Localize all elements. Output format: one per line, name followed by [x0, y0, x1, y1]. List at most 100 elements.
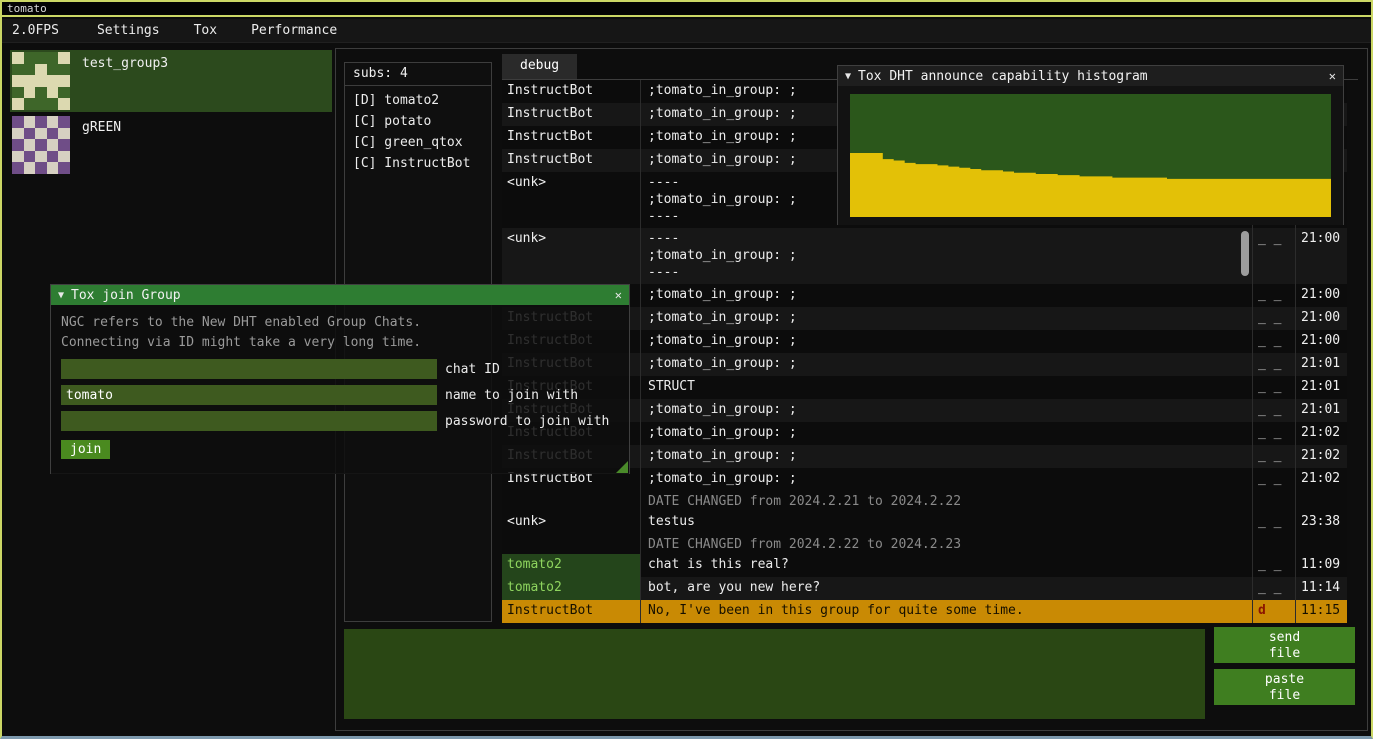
chat-status: _ _ [1252, 228, 1295, 284]
window-titlebar[interactable]: tomato [2, 2, 1371, 17]
chat-status: _ _ [1252, 445, 1295, 468]
date-changed-row: DATE CHANGED from 2024.2.22 to 2024.2.23 [502, 534, 1347, 554]
paste-file-button[interactable]: paste file [1214, 669, 1355, 705]
subs-member-green_qtox[interactable]: [C] green_qtox [345, 132, 491, 153]
menu-item-tox[interactable]: Tox [180, 19, 231, 42]
chat-timestamp: 21:01 [1295, 399, 1347, 422]
join-field-chat-ID[interactable] [61, 359, 437, 379]
join-field-row: chat ID [61, 359, 619, 379]
chat-message: chat is this real? [640, 554, 1252, 577]
chat-status: _ _ [1252, 307, 1295, 330]
join-field-label: name to join with [445, 388, 578, 403]
group-item-test_group3[interactable]: test_group3 [10, 50, 332, 112]
chat-timestamp: 21:02 [1295, 422, 1347, 445]
chat-sender [502, 491, 640, 511]
chat-timestamp: 23:38 [1295, 511, 1347, 534]
chat-timestamp: 21:00 [1295, 284, 1347, 307]
join-field-password-to-join-with[interactable] [61, 411, 437, 431]
menu-item-performance[interactable]: Performance [237, 19, 351, 42]
chat-message: ;tomato_in_group: ; [640, 353, 1252, 376]
chat-timestamp: 11:09 [1295, 554, 1347, 577]
app-window: tomato 2.0FPS Settings Tox Performance tes… [0, 0, 1373, 739]
histogram-window: ▼ Tox DHT announce capability histogram … [837, 65, 1344, 225]
collapse-arrow-icon[interactable]: ▼ [845, 71, 851, 82]
chat-timestamp [1295, 491, 1347, 511]
chat-message: ;tomato_in_group: ; [640, 445, 1252, 468]
chat-timestamp: 21:00 [1295, 330, 1347, 353]
chat-message: testus [640, 511, 1252, 534]
chat-message: ;tomato_in_group: ; [640, 422, 1252, 445]
chat-message: STRUCT [640, 376, 1252, 399]
fps-counter: 2.0FPS [2, 19, 69, 42]
subs-member-tomato2[interactable]: [D] tomato2 [345, 90, 491, 111]
join-field-name-to-join-with[interactable] [61, 385, 437, 405]
histogram-window-body [838, 86, 1343, 225]
tab-debug[interactable]: debug [502, 54, 577, 79]
chat-sender: InstructBot [502, 126, 640, 149]
close-icon[interactable]: ✕ [615, 288, 622, 302]
chat-timestamp: 21:01 [1295, 376, 1347, 399]
message-input[interactable] [344, 629, 1205, 719]
chat-timestamp [1295, 534, 1347, 554]
send-file-button[interactable]: send file [1214, 627, 1355, 663]
chat-message: No, I've been in this group for quite so… [640, 600, 1252, 623]
join-group-window: ▼ Tox join Group ✕ NGC refers to the New… [50, 284, 630, 474]
chat-status: _ _ [1252, 577, 1295, 600]
join-group-window-titlebar[interactable]: ▼ Tox join Group ✕ [51, 285, 629, 305]
menu-bar: 2.0FPS Settings Tox Performance [2, 19, 1371, 43]
join-help-line: Connecting via ID might take a very long… [61, 333, 619, 353]
chat-row: <unk>---- ;tomato_in_group: ; ----_ _21:… [502, 228, 1347, 284]
subs-member-InstructBot[interactable]: [C] InstructBot [345, 153, 491, 174]
close-icon[interactable]: ✕ [1329, 69, 1336, 83]
group-item-gREEN[interactable]: gREEN [10, 114, 332, 176]
chat-message: DATE CHANGED from 2024.2.21 to 2024.2.22 [640, 491, 1252, 511]
chat-sender: InstructBot [502, 600, 640, 623]
join-group-window-title: Tox join Group [71, 288, 181, 303]
chat-message: ;tomato_in_group: ; [640, 307, 1252, 330]
chat-sender: tomato2 [502, 554, 640, 577]
chat-status: _ _ [1252, 376, 1295, 399]
menu-item-settings[interactable]: Settings [83, 19, 174, 42]
join-field-row: name to join with [61, 385, 619, 405]
histogram-window-titlebar[interactable]: ▼ Tox DHT announce capability histogram … [838, 66, 1343, 86]
chat-status: _ _ [1252, 284, 1295, 307]
chat-status: _ _ [1252, 468, 1295, 491]
chat-status [1252, 534, 1295, 554]
group-name: test_group3 [82, 56, 168, 112]
chat-timestamp: 21:02 [1295, 445, 1347, 468]
chat-status: _ _ [1252, 554, 1295, 577]
join-field-row: password to join with [61, 411, 619, 431]
subs-list: [D] tomato2[C] potato[C] green_qtox[C] I… [345, 86, 491, 174]
resize-grip[interactable] [616, 461, 628, 473]
chat-sender: <unk> [502, 511, 640, 534]
chat-scrollbar-thumb[interactable] [1241, 231, 1249, 276]
group-name: gREEN [82, 120, 121, 176]
chat-sender: InstructBot [502, 103, 640, 126]
menu-items: Settings Tox Performance [83, 19, 357, 42]
collapse-arrow-icon[interactable]: ▼ [58, 290, 64, 301]
join-field-label: password to join with [445, 414, 609, 429]
chat-message: ;tomato_in_group: ; [640, 284, 1252, 307]
chat-status: _ _ [1252, 399, 1295, 422]
chat-timestamp: 11:15 [1295, 600, 1347, 623]
join-help-line: NGC refers to the New DHT enabled Group … [61, 313, 619, 333]
chat-message: bot, are you new here? [640, 577, 1252, 600]
chat-message: DATE CHANGED from 2024.2.22 to 2024.2.23 [640, 534, 1252, 554]
group-avatar [12, 116, 70, 174]
chat-row: tomato2bot, are you new here?_ _11:14 [502, 577, 1347, 600]
group-avatar [12, 52, 70, 110]
join-button[interactable]: join [61, 440, 110, 459]
chat-row: InstructBotNo, I've been in this group f… [502, 600, 1347, 623]
chat-row: tomato2chat is this real?_ _11:09 [502, 554, 1347, 577]
chat-timestamp: 21:00 [1295, 228, 1347, 284]
join-group-window-body: NGC refers to the New DHT enabled Group … [51, 305, 629, 474]
chat-message: ;tomato_in_group: ; [640, 468, 1252, 491]
window-title: tomato [7, 2, 47, 15]
histogram-path [850, 153, 1331, 217]
chat-message: ---- ;tomato_in_group: ; ---- [640, 228, 1252, 284]
chat-row: <unk>testus_ _23:38 [502, 511, 1347, 534]
chat-message: ;tomato_in_group: ; [640, 330, 1252, 353]
subs-member-potato[interactable]: [C] potato [345, 111, 491, 132]
chat-status: d [1252, 600, 1295, 623]
subs-header: subs: 4 [345, 63, 491, 86]
